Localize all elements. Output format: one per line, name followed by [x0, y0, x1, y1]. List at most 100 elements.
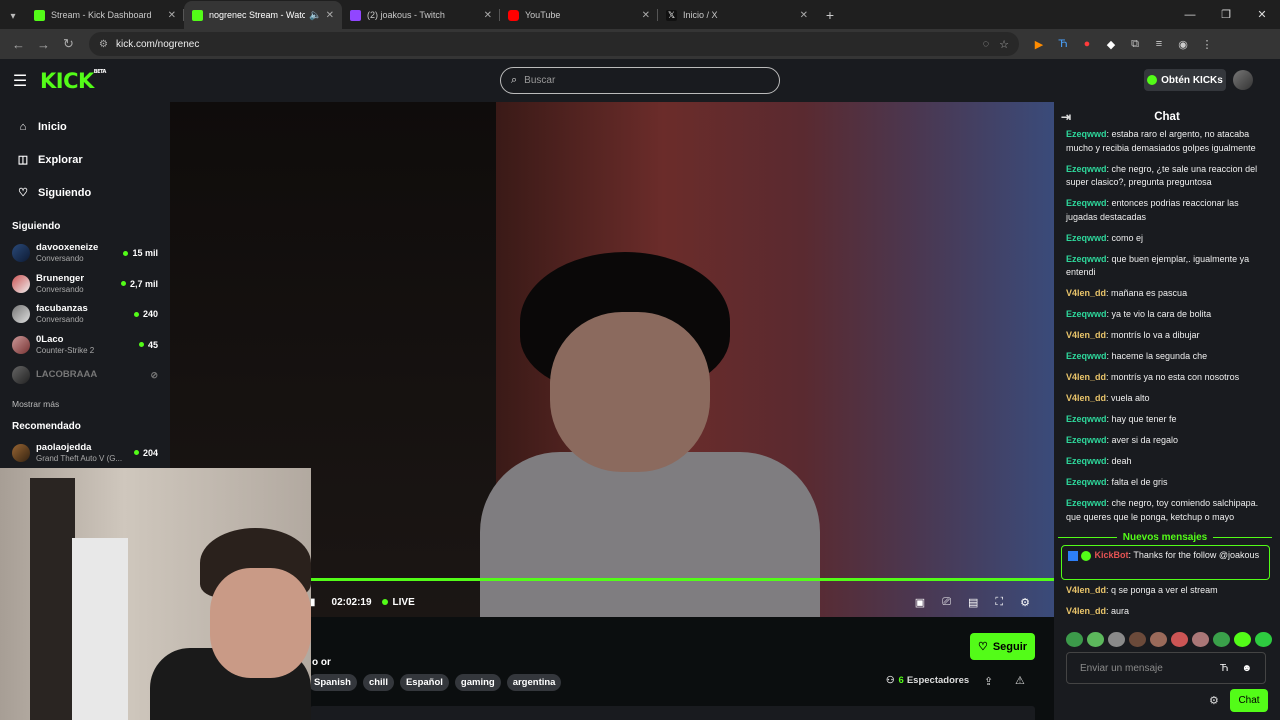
- browser-tab-active[interactable]: nogrenec Stream - Watch Li 🔈 ✕: [184, 1, 342, 29]
- show-more-link[interactable]: Mostrar más: [0, 391, 170, 417]
- tag[interactable]: Spanish: [308, 674, 357, 691]
- tab-search-icon[interactable]: ▾: [0, 3, 26, 29]
- close-tab-icon[interactable]: ✕: [800, 10, 808, 21]
- close-tab-icon[interactable]: ✕: [642, 10, 650, 21]
- clip-icon[interactable]: ⎚: [942, 596, 951, 609]
- home-icon: ⌂: [19, 120, 27, 133]
- record-extension-icon[interactable]: ●: [1081, 38, 1093, 50]
- emoji-icon[interactable]: ☻: [1241, 663, 1252, 674]
- restore-icon[interactable]: ❐: [1208, 1, 1244, 29]
- stream-tags: Spanish chill Español gaming argentina: [308, 674, 562, 691]
- channel-item[interactable]: davooxeneize Conversando 15 mil: [0, 238, 170, 269]
- translate-icon[interactable]: Ћ: [1220, 663, 1229, 674]
- eye-off-icon[interactable]: ◌: [983, 38, 990, 51]
- chat-username[interactable]: V4len_dd: [1066, 606, 1106, 616]
- chat-message: Ezeqwwd: che negro, ¿te sale una reaccio…: [1066, 163, 1270, 190]
- chat-username[interactable]: Ezeqwwd: [1066, 498, 1107, 508]
- chat-username[interactable]: V4len_dd: [1066, 585, 1106, 595]
- profile-icon[interactable]: ◉: [1177, 38, 1189, 51]
- play-extension-icon[interactable]: ▶: [1033, 38, 1045, 51]
- chat-username[interactable]: Ezeqwwd: [1066, 254, 1107, 264]
- send-chat-button[interactable]: Chat: [1230, 689, 1268, 712]
- collapse-chat-icon[interactable]: ⇥: [1061, 110, 1071, 124]
- speaker-icon[interactable]: 🔈: [309, 10, 321, 21]
- reading-list-icon[interactable]: ≡: [1153, 38, 1165, 50]
- sidebar-item-inicio[interactable]: ⌂ Inicio: [0, 110, 170, 143]
- settings-icon[interactable]: ⚙: [1020, 596, 1030, 609]
- reload-icon[interactable]: ↻: [56, 36, 81, 52]
- chat-settings-icon[interactable]: ⚙: [1209, 694, 1219, 707]
- emote-icon[interactable]: [1192, 632, 1209, 647]
- user-avatar[interactable]: [1233, 70, 1253, 90]
- browser-menu-icon[interactable]: ⋮: [1201, 38, 1213, 51]
- forward-icon[interactable]: →: [31, 37, 56, 52]
- emote-icon[interactable]: [1171, 632, 1188, 647]
- chat-username[interactable]: Ezeqwwd: [1066, 456, 1107, 466]
- browser-tab[interactable]: (2) joakous - Twitch ✕: [342, 1, 500, 29]
- avatar: [12, 335, 30, 354]
- video-progress-bar[interactable]: [310, 578, 1054, 581]
- diamond-extension-icon[interactable]: ◆: [1105, 38, 1117, 51]
- tag[interactable]: chill: [362, 674, 394, 691]
- close-tab-icon[interactable]: ✕: [326, 10, 334, 21]
- back-icon[interactable]: ←: [6, 37, 31, 52]
- emote-icon[interactable]: [1150, 632, 1167, 647]
- chat-username[interactable]: Ezeqwwd: [1066, 477, 1107, 487]
- sidebar-item-explorar[interactable]: ◫ Explorar: [0, 143, 170, 176]
- channel-item[interactable]: Brunenger Conversando 2,7 mil: [0, 269, 170, 300]
- tag[interactable]: gaming: [454, 674, 501, 691]
- close-tab-icon[interactable]: ✕: [168, 10, 176, 21]
- translate-extension-icon[interactable]: Ћ: [1057, 38, 1069, 50]
- chat-username[interactable]: Ezeqwwd: [1066, 435, 1107, 445]
- chat-username[interactable]: Ezeqwwd: [1066, 233, 1107, 243]
- emote-icon[interactable]: [1087, 632, 1104, 647]
- minimize-icon[interactable]: —: [1172, 1, 1208, 29]
- browser-tab[interactable]: Stream - Kick Dashboard ✕: [26, 1, 184, 29]
- close-tab-icon[interactable]: ✕: [484, 10, 492, 21]
- tag[interactable]: Español: [399, 674, 449, 691]
- follow-button[interactable]: ♡ Seguir: [970, 633, 1035, 660]
- chat-username[interactable]: Ezeqwwd: [1066, 351, 1107, 361]
- channel-item[interactable]: facubanzas Conversando 240: [0, 299, 170, 330]
- theater-mode-icon[interactable]: ▤: [968, 596, 978, 609]
- chat-username[interactable]: Ezeqwwd: [1066, 198, 1107, 208]
- chat-username[interactable]: V4len_dd: [1066, 330, 1106, 340]
- browser-tab[interactable]: YouTube ✕: [500, 1, 658, 29]
- emote-icon[interactable]: [1255, 632, 1272, 647]
- puzzle-extensions-icon[interactable]: ⧉: [1129, 38, 1141, 51]
- emote-icon[interactable]: [1213, 632, 1230, 647]
- menu-icon[interactable]: ☰: [0, 71, 40, 91]
- chat-username[interactable]: V4len_dd: [1066, 288, 1106, 298]
- emote-icon[interactable]: [1129, 632, 1146, 647]
- channel-item[interactable]: 0Laco Counter-Strike 2 45: [0, 330, 170, 361]
- new-messages-divider[interactable]: Nuevos mensajes: [1058, 530, 1272, 544]
- emote-icon[interactable]: [1108, 632, 1125, 647]
- chat-username[interactable]: Ezeqwwd: [1066, 414, 1107, 424]
- chat-username[interactable]: V4len_dd: [1066, 372, 1106, 382]
- get-kicks-button[interactable]: Obtén KICKs: [1144, 69, 1226, 91]
- url-input[interactable]: ⚙ kick.com/nogrenec ◌ ☆: [89, 32, 1019, 56]
- streamer-video: [480, 252, 820, 617]
- browser-tab[interactable]: 𝕏 Inicio / X ✕: [658, 1, 816, 29]
- site-info-icon[interactable]: ⚙: [99, 39, 108, 50]
- close-window-icon[interactable]: ✕: [1244, 1, 1280, 29]
- new-tab-button[interactable]: +: [816, 1, 844, 29]
- chat-username[interactable]: Ezeqwwd: [1066, 309, 1107, 319]
- bookmark-star-icon[interactable]: ☆: [999, 38, 1009, 51]
- chat-username[interactable]: V4len_dd: [1066, 393, 1106, 403]
- emote-icon[interactable]: [1234, 632, 1251, 647]
- search-input[interactable]: ⌕ Buscar: [500, 67, 780, 94]
- share-icon[interactable]: ⇪: [984, 675, 993, 688]
- emote-icon[interactable]: [1066, 632, 1083, 647]
- mini-player-icon[interactable]: ▣: [915, 596, 925, 609]
- chat-username[interactable]: Ezeqwwd: [1066, 164, 1107, 174]
- report-icon[interactable]: ⚠: [1015, 674, 1025, 687]
- channel-item[interactable]: paolaojedda Grand Theft Auto V (G... 204: [0, 438, 170, 469]
- tag[interactable]: argentina: [506, 674, 562, 691]
- chat-input[interactable]: Enviar un mensaje Ћ ☻: [1066, 652, 1266, 684]
- chat-username[interactable]: Ezeqwwd: [1066, 129, 1107, 139]
- kick-logo[interactable]: KICKBETA: [40, 69, 106, 93]
- sidebar-item-siguiendo[interactable]: ♡ Siguiendo: [0, 176, 170, 209]
- fullscreen-icon[interactable]: ⛶: [995, 596, 1003, 609]
- channel-item-offline[interactable]: LACOBRAAA ⊘: [0, 360, 170, 391]
